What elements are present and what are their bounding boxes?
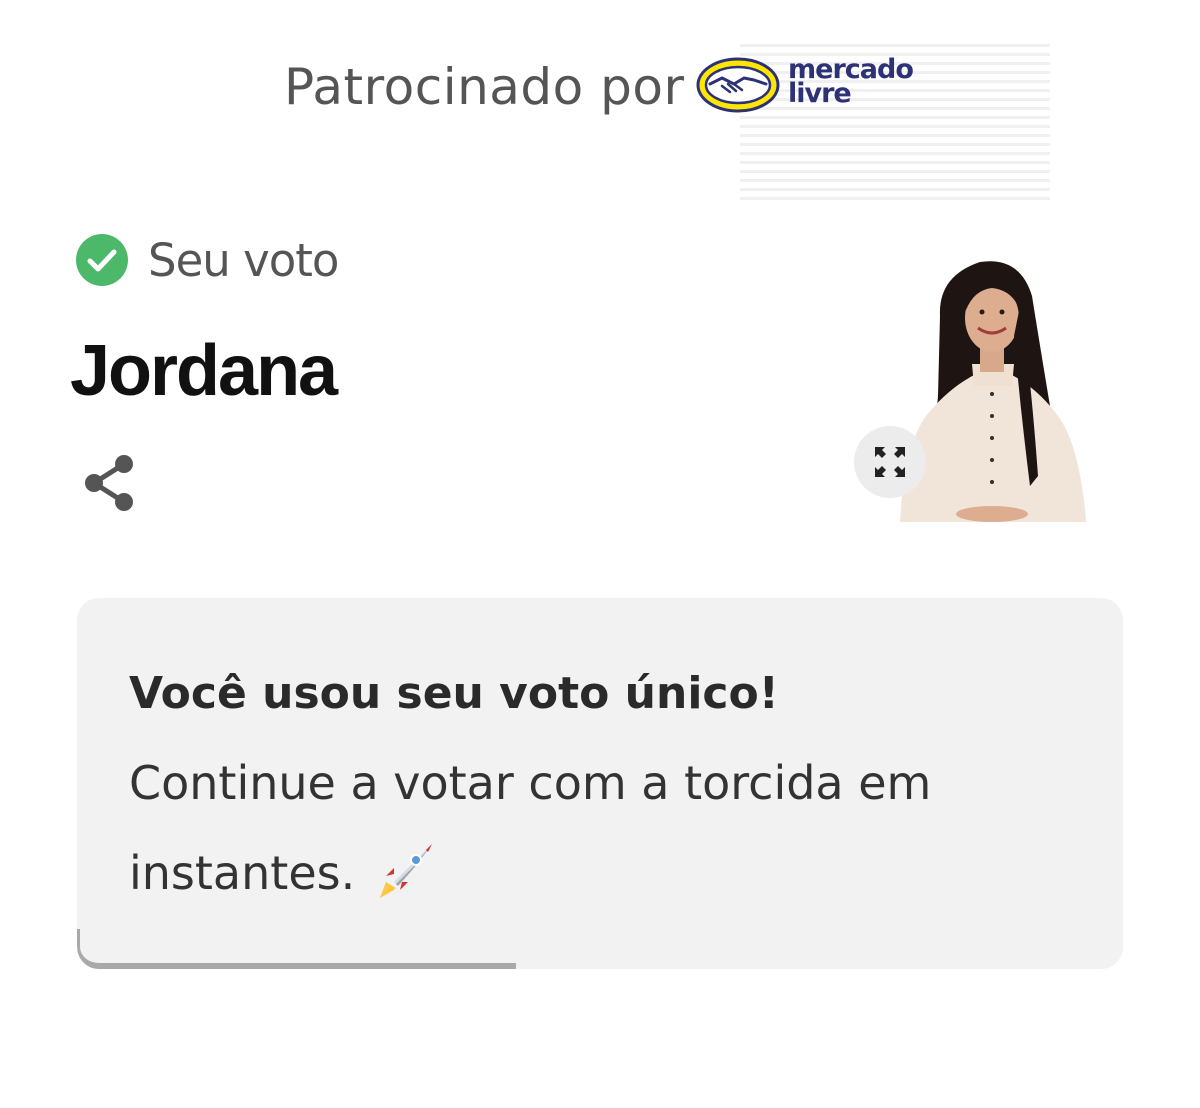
- vote-label: Seu voto: [148, 233, 339, 287]
- expand-photo-button[interactable]: [854, 426, 926, 498]
- vote-used-card: Você usou seu voto único! Continue a vot…: [77, 598, 1123, 969]
- brand-line2: livre: [788, 78, 852, 109]
- sponsor-banner: Patrocinado por mercado livre: [0, 40, 1200, 200]
- handshake-icon: [696, 57, 780, 113]
- mercado-livre-logo: mercado livre: [696, 56, 921, 116]
- card-body-text: Continue a votar com a torcida em instan…: [129, 756, 932, 900]
- candidate-name: Jordana: [70, 331, 338, 411]
- share-button[interactable]: [80, 452, 138, 514]
- expand-icon: [875, 447, 905, 477]
- share-icon: [85, 455, 133, 511]
- progress-fill: [77, 963, 517, 969]
- card-body: Continue a votar com a torcida em instan…: [129, 738, 1029, 918]
- vote-timer-progress: [77, 929, 1123, 969]
- mercado-livre-wordmark: mercado livre: [788, 56, 914, 109]
- card-title: Você usou seu voto único!: [129, 668, 779, 719]
- check-circle-icon: [76, 234, 128, 286]
- sponsor-label: Patrocinado por: [284, 58, 685, 116]
- rocket-icon: [379, 843, 432, 898]
- vote-confirmation-page: Patrocinado por mercado livre Seu voto J…: [0, 0, 1200, 1108]
- vote-label-row: Seu voto: [76, 232, 339, 288]
